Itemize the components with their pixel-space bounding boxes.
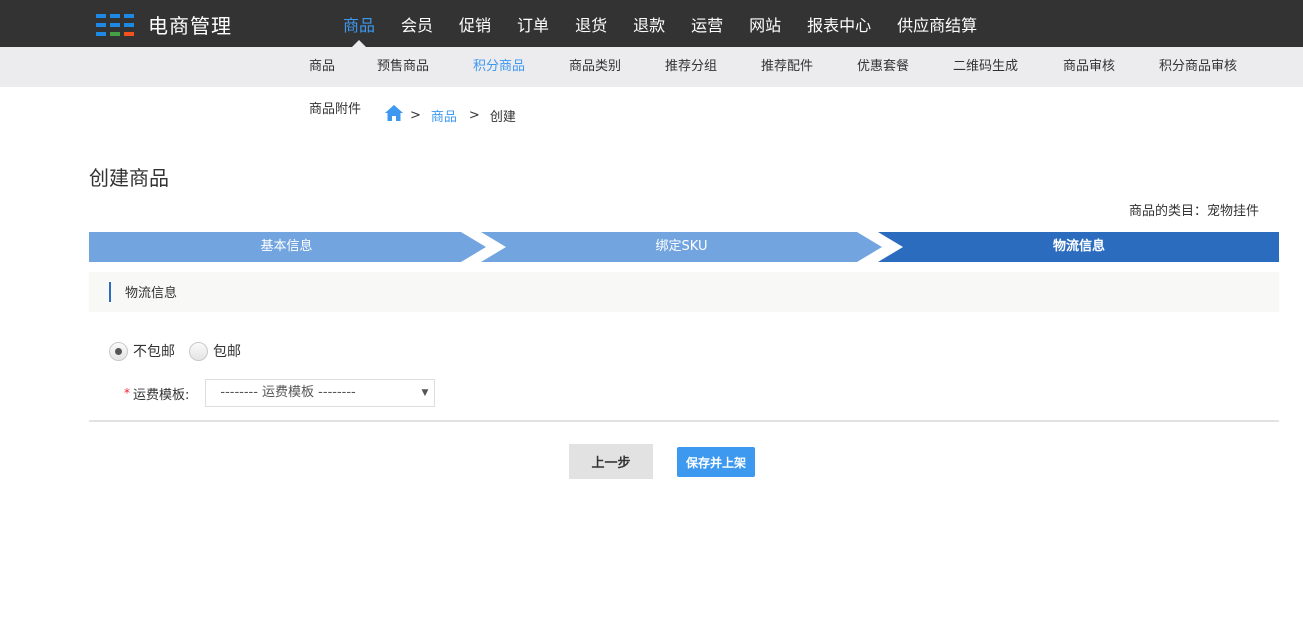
sub-nav-bar: 商品 预售商品 积分商品 商品类别 推荐分组 推荐配件 优惠套餐 二维码生成 商…	[0, 47, 1303, 87]
sub-nav-item-bundle[interactable]: 优惠套餐	[857, 47, 909, 87]
main-nav-item-reports[interactable]: 报表中心	[794, 0, 884, 47]
radio-label: 包邮	[213, 344, 241, 360]
shipping-radio-group: 不包邮 包邮	[109, 341, 255, 361]
main-nav-item-refunds[interactable]: 退款	[620, 0, 678, 47]
main-nav-item-returns[interactable]: 退货	[562, 0, 620, 47]
main-nav-item-goods[interactable]: 商品	[330, 0, 388, 47]
sub-nav-item-goods[interactable]: 商品	[309, 47, 335, 87]
breadcrumb: > 商品 > 创建	[384, 104, 516, 126]
breadcrumb-link-goods[interactable]: 商品	[431, 106, 457, 125]
category-info: 商品的类目：宠物挂件	[1129, 200, 1259, 219]
select-value: -------- 运费模板 --------	[220, 385, 356, 400]
main-nav-item-operations[interactable]: 运营	[678, 0, 736, 47]
breadcrumb-separator: >	[410, 107, 421, 123]
breadcrumb-separator: >	[468, 107, 480, 123]
save-and-publish-button[interactable]: 保存并上架	[677, 447, 755, 477]
main-nav-item-members[interactable]: 会员	[388, 0, 446, 47]
prev-step-button[interactable]: 上一步	[569, 444, 653, 479]
home-icon[interactable]	[384, 104, 404, 126]
section-accent-bar	[109, 282, 111, 302]
sub-nav-item-points-review[interactable]: 积分商品审核	[1159, 47, 1237, 87]
section-title: 物流信息	[125, 286, 178, 301]
shipping-template-label: 运费模板:	[133, 387, 190, 403]
sub-nav-item-recommend-accessory[interactable]: 推荐配件	[761, 47, 813, 87]
sub-nav-item-category[interactable]: 商品类别	[569, 47, 621, 87]
breadcrumb-current: 创建	[489, 109, 516, 125]
divider	[89, 420, 1279, 422]
step-bind-sku: 绑定SKU	[655, 239, 708, 254]
sub-nav-item-attachment[interactable]: 商品附件	[309, 98, 361, 117]
page-title: 创建商品	[89, 166, 169, 190]
main-nav-item-promotions[interactable]: 促销	[446, 0, 504, 47]
main-nav-item-website[interactable]: 网站	[736, 0, 794, 47]
caret-down-icon: ▼	[421, 388, 429, 398]
step-basic-info: 基本信息	[260, 239, 313, 254]
top-nav-bar: 电商管理 商品 会员 促销 订单 退货 退款 运营 网站 报表中心 供应商结算	[0, 0, 1303, 47]
sub-nav-item-presale[interactable]: 预售商品	[377, 47, 429, 87]
sub-nav-item-recommend-group[interactable]: 推荐分组	[665, 47, 717, 87]
section-header: 物流信息	[89, 272, 1279, 312]
sub-nav-item-review[interactable]: 商品审核	[1063, 47, 1115, 87]
radio-free-shipping[interactable]: 包邮	[189, 341, 241, 361]
radio-label: 不包邮	[133, 344, 175, 360]
radio-button[interactable]	[189, 341, 208, 361]
radio-not-free-shipping[interactable]: 不包邮	[109, 341, 175, 361]
shipping-template-row: * 运费模板: -------- 运费模板 -------- ▼	[124, 379, 436, 407]
step-progress: 基本信息 绑定SKU 物流信息	[89, 232, 1279, 262]
main-nav-item-supplier-settlement[interactable]: 供应商结算	[884, 0, 990, 47]
category-value: 宠物挂件	[1206, 204, 1259, 219]
required-mark: *	[124, 386, 130, 400]
logo-text: 电商管理	[148, 14, 232, 38]
step-logistics-info: 物流信息	[1052, 239, 1105, 254]
sub-nav-item-points-goods[interactable]: 积分商品	[473, 47, 525, 87]
radio-button-checked[interactable]	[109, 341, 128, 361]
category-label: 商品的类目：	[1128, 204, 1207, 219]
sub-nav-item-qrcode[interactable]: 二维码生成	[953, 47, 1018, 87]
grid-logo-icon	[96, 13, 134, 36]
logo[interactable]: 电商管理	[96, 10, 232, 39]
shipping-template-select[interactable]: -------- 运费模板 -------- ▼	[205, 379, 436, 407]
main-nav-item-orders[interactable]: 订单	[504, 0, 562, 47]
main-nav: 商品 会员 促销 订单 退货 退款 运营 网站 报表中心 供应商结算	[330, 0, 990, 47]
